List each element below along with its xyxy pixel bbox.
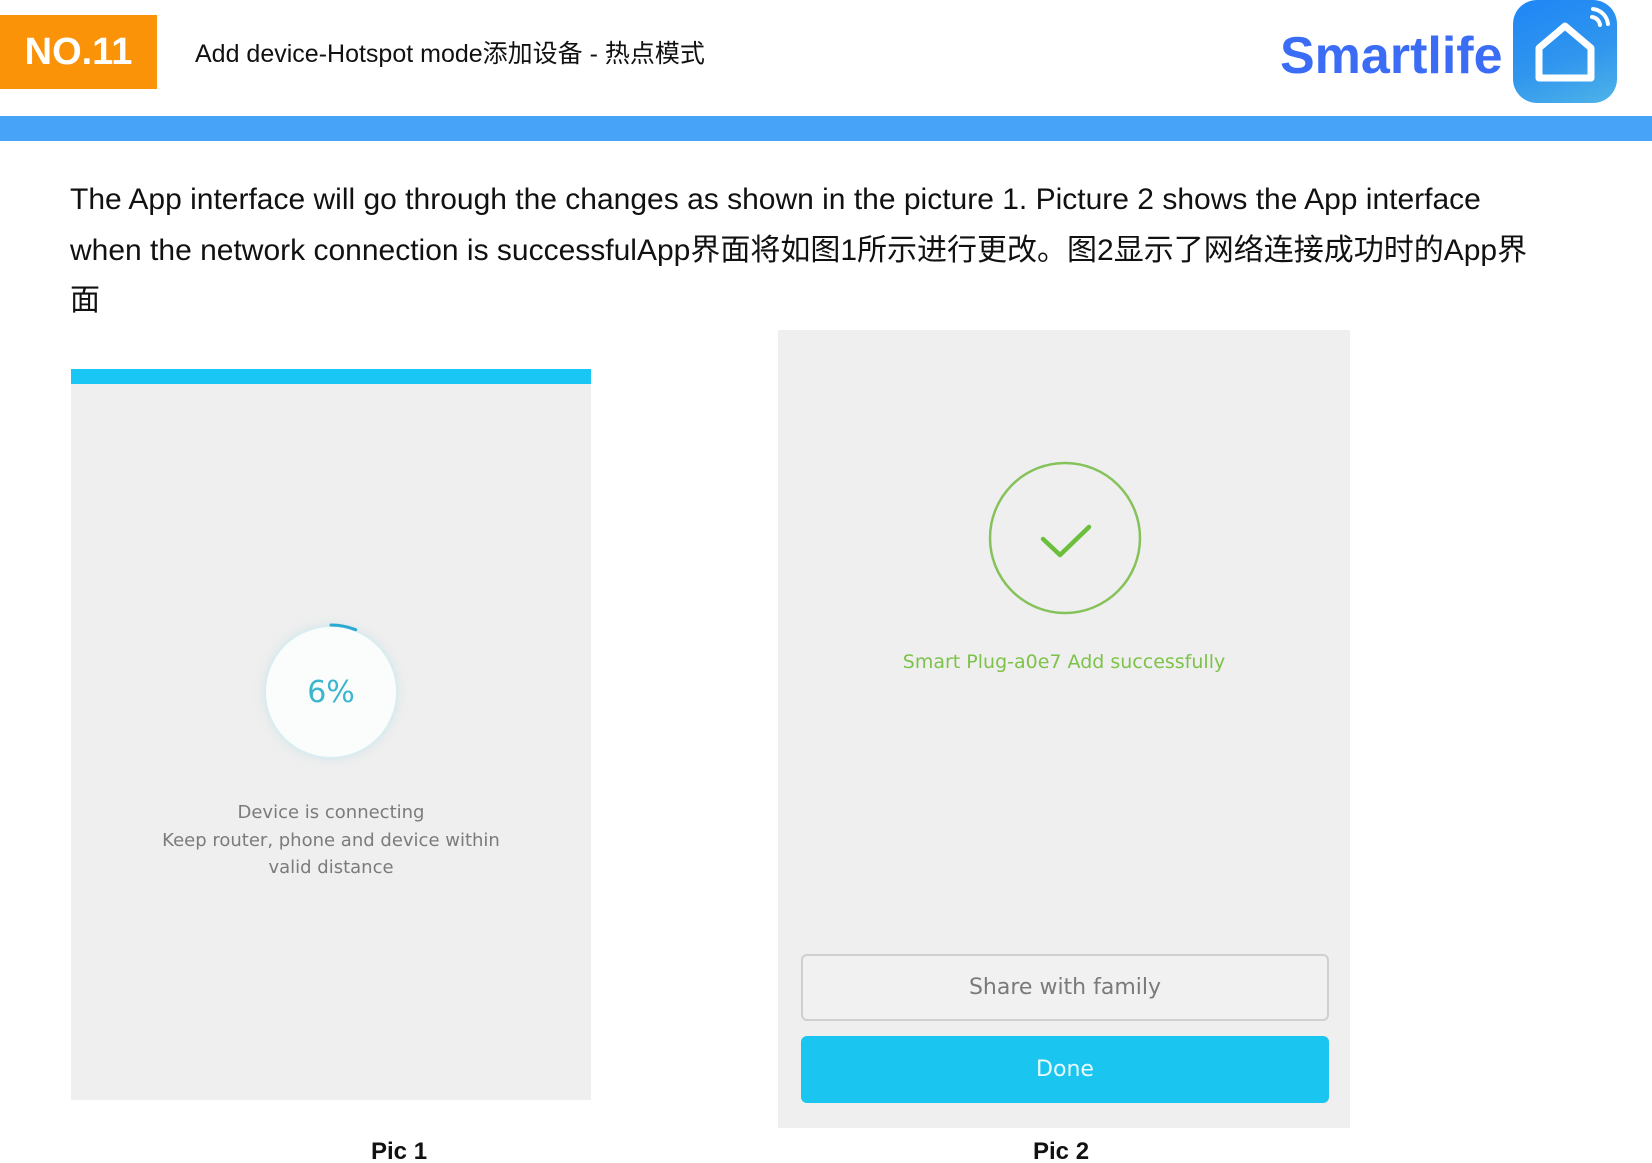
status-title: Device is connecting (237, 802, 425, 823)
header-divider-bar (0, 116, 1652, 141)
status-hint-line1: Keep router, phone and device within (162, 829, 500, 851)
smartlife-app-icon (1513, 0, 1617, 103)
home-wifi-icon (1535, 7, 1610, 82)
intro-paragraph: The App interface will go through the ch… (70, 183, 1528, 317)
step-number-badge: NO.11 (0, 15, 157, 89)
pic1-connecting-screen: 6% Device is connecting Keep router, pho… (71, 369, 591, 1100)
progress-ring: 6% (261, 622, 401, 762)
success-message: Smart Plug-a0e7 Add successfully (902, 651, 1226, 673)
caption-pic1: Pic 1 (371, 1138, 428, 1163)
app-top-bar (71, 369, 591, 384)
brand-name: Smartlife (1280, 27, 1503, 85)
connection-status: Device is connecting Keep router, phone … (71, 799, 591, 882)
caption-pic2: Pic 2 (1033, 1138, 1090, 1163)
share-with-family-button[interactable]: Share with family (801, 954, 1329, 1021)
page-title: Add device-Hotspot mode添加设备 - 热点模式 (195, 40, 705, 68)
progress-percent: 6% (307, 674, 355, 710)
check-circle-icon (988, 461, 1142, 615)
pic2-success-screen: Smart Plug-a0e7 Add successfully Share w… (778, 330, 1350, 1128)
status-hint-line2: valid distance (268, 857, 394, 878)
done-button[interactable]: Done (801, 1036, 1329, 1103)
